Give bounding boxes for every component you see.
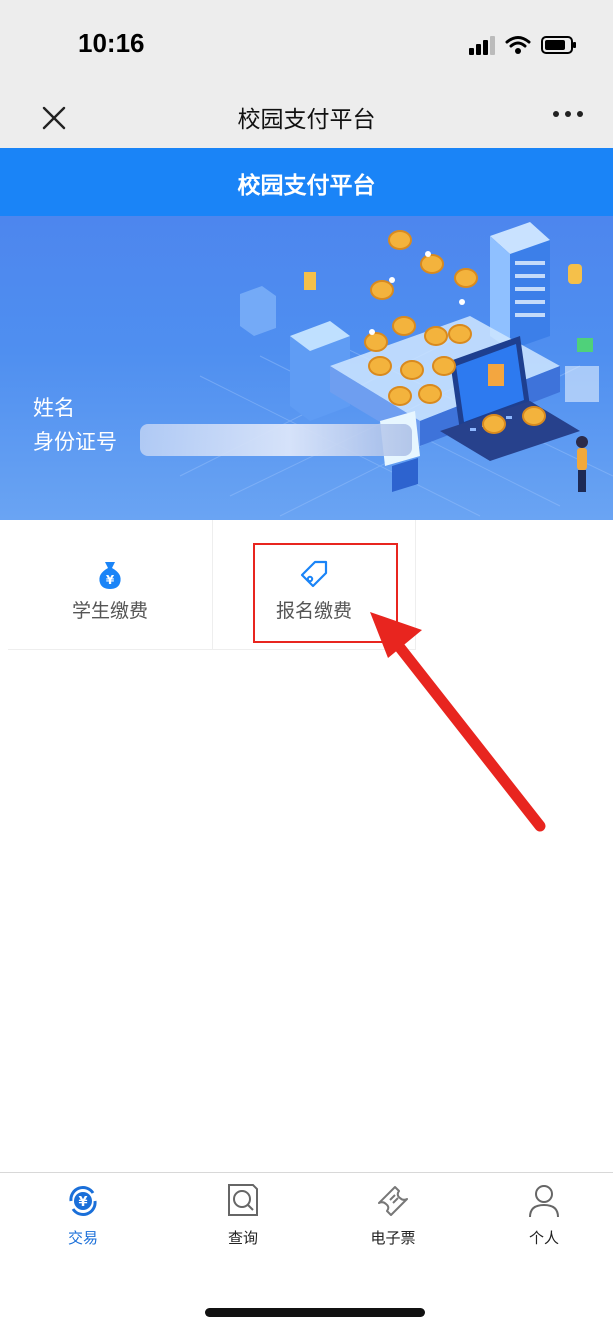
- tab-personal[interactable]: 个人: [494, 1181, 594, 1261]
- yuan-exchange-icon: ¥: [69, 1186, 97, 1216]
- cellular-signal-icon: [469, 36, 495, 55]
- money-bag-icon: ¥: [99, 562, 121, 589]
- user-icon: [529, 1185, 559, 1218]
- student-payment-tile[interactable]: ¥ 学生缴费: [8, 520, 212, 650]
- tab-trade-label: 交易: [67, 1229, 98, 1247]
- page-title: 校园支付平台: [237, 173, 376, 199]
- tab-bar: ¥ 交易 查询 电子票 个人: [0, 1172, 613, 1272]
- search-icon: [228, 1184, 258, 1216]
- tab-query-label: 查询: [227, 1229, 258, 1247]
- tab-e-ticket[interactable]: 电子票: [343, 1181, 443, 1261]
- tab-trade[interactable]: ¥ 交易: [33, 1181, 133, 1261]
- user-id-label: 身份证号: [33, 430, 117, 454]
- page-header: 校园支付平台: [0, 148, 613, 216]
- redacted-id-mask: [140, 424, 412, 456]
- banner-illustration: [179, 222, 613, 517]
- annotation-arrow: [370, 612, 546, 832]
- status-icons: [469, 32, 577, 58]
- status-time: 10:16: [78, 28, 145, 58]
- user-name-label: 姓名: [33, 396, 75, 420]
- tab-personal-label: 个人: [528, 1229, 559, 1247]
- nav-title: 校园支付平台: [237, 107, 376, 133]
- banner: 姓名 身份证号: [0, 216, 613, 520]
- svg-text:¥: ¥: [106, 573, 115, 587]
- student-payment-label: 学生缴费: [71, 600, 148, 622]
- battery-icon: [541, 36, 576, 54]
- status-bar: 10:16: [0, 0, 613, 88]
- nav-bar: 校园支付平台: [0, 88, 613, 148]
- tab-query[interactable]: 查询: [193, 1181, 293, 1261]
- more-icon[interactable]: [551, 108, 585, 120]
- wifi-icon: [505, 36, 531, 54]
- svg-text:¥: ¥: [78, 1195, 87, 1210]
- ticket-icon: [378, 1186, 408, 1216]
- home-indicator: [205, 1308, 425, 1317]
- tab-e-ticket-label: 电子票: [370, 1229, 416, 1247]
